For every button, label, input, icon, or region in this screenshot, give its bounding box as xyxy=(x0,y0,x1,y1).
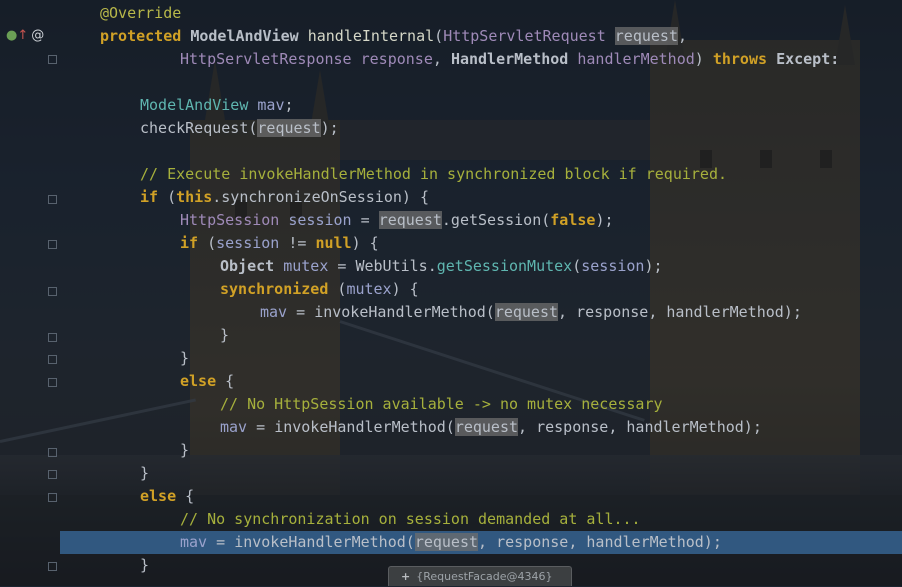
type-name: HandlerMethod xyxy=(450,50,569,68)
code-line[interactable]: // No synchronization on session demande… xyxy=(180,508,641,531)
keyword: else xyxy=(180,372,217,390)
code-line[interactable]: else { xyxy=(180,370,234,393)
parameter-occurrence: request xyxy=(378,211,442,229)
variable: mav xyxy=(257,96,285,114)
variable: mav xyxy=(260,303,288,321)
keyword: synchronized xyxy=(220,280,329,298)
keyword: if xyxy=(140,188,159,206)
parameter-occurrence: request xyxy=(494,303,559,321)
parameter: response xyxy=(360,50,433,68)
code-editor[interactable]: @Override protected ModelAndView handleI… xyxy=(0,0,902,586)
keyword: null xyxy=(315,234,352,252)
variable: session xyxy=(288,211,352,229)
variable: session xyxy=(581,257,645,275)
variable: mav xyxy=(220,418,248,436)
type-name: ModelAndView xyxy=(190,27,299,45)
code-line[interactable]: protected ModelAndView handleInternal(Ht… xyxy=(100,25,687,48)
method-call: invokeHandlerMethod xyxy=(314,303,486,321)
override-annotation: @Override xyxy=(100,4,182,22)
code-line[interactable]: // No HttpSession available -> no mutex … xyxy=(220,393,663,416)
keyword: protected xyxy=(100,27,182,45)
code-line[interactable]: checkRequest(request); xyxy=(140,117,339,140)
code-comment: // Execute invokeHandlerMethod in synchr… xyxy=(140,165,727,183)
code-line[interactable]: mav = invokeHandlerMethod(request, respo… xyxy=(260,301,802,324)
variable: mav xyxy=(180,533,208,551)
method-call: invokeHandlerMethod xyxy=(234,533,406,551)
parameter-occurrence: request xyxy=(414,533,479,551)
code-line[interactable]: if (session != null) { xyxy=(180,232,379,255)
parameter: handlerMethod xyxy=(577,50,695,68)
code-line[interactable]: } xyxy=(140,554,149,577)
type-name: ModelAndView xyxy=(140,96,249,114)
variable: session xyxy=(216,234,280,252)
code-line[interactable]: } xyxy=(180,347,189,370)
code-line[interactable]: else { xyxy=(140,485,194,508)
current-code-line[interactable]: mav = invokeHandlerMethod(request, respo… xyxy=(180,531,722,554)
expand-icon[interactable]: + xyxy=(401,570,410,583)
type-name: HttpServletRequest xyxy=(443,27,606,45)
code-comment: // No synchronization on session demande… xyxy=(180,510,641,528)
method-call: getSessionMutex xyxy=(436,257,573,275)
code-comment: // No HttpSession available -> no mutex … xyxy=(220,395,663,413)
code-line[interactable]: HttpSession session = request.getSession… xyxy=(180,209,614,232)
parameter-occurrence: request xyxy=(454,418,519,436)
class-name: WebUtils xyxy=(355,257,428,275)
method-call: checkRequest xyxy=(140,119,249,137)
parameter-occurrence: request xyxy=(614,27,678,45)
code-line[interactable]: } xyxy=(220,324,229,347)
type-name: Except: xyxy=(776,50,840,68)
arguments: , response, handlerMethod); xyxy=(478,533,722,551)
keyword: this xyxy=(176,188,213,206)
variable: mutex xyxy=(283,257,329,275)
keyword: false xyxy=(550,211,596,229)
method-name: handleInternal xyxy=(307,27,435,45)
keyword: else xyxy=(140,487,177,505)
code-line[interactable]: Object mutex = WebUtils.getSessionMutex(… xyxy=(220,255,663,278)
code-line[interactable]: mav = invokeHandlerMethod(request, respo… xyxy=(220,416,762,439)
keyword: throws xyxy=(712,50,768,68)
arguments: , response, handlerMethod); xyxy=(558,303,802,321)
debug-value-tooltip[interactable]: + {RequestFacade@4346} xyxy=(388,566,572,586)
type-name: HttpServletResponse xyxy=(180,50,352,68)
code-line[interactable]: ModelAndView mav; xyxy=(140,94,294,117)
type-name: HttpSession xyxy=(180,211,280,229)
tooltip-value: {RequestFacade@4346} xyxy=(416,570,553,583)
code-line[interactable]: // Execute invokeHandlerMethod in synchr… xyxy=(140,163,727,186)
method-call: invokeHandlerMethod xyxy=(274,418,446,436)
variable: mutex xyxy=(346,280,392,298)
parameter-occurrence: request xyxy=(257,119,321,137)
code-line[interactable]: @Override xyxy=(100,2,181,25)
keyword: if xyxy=(180,234,199,252)
code-line[interactable]: HttpServletResponse response, HandlerMet… xyxy=(180,48,839,71)
arguments: , response, handlerMethod); xyxy=(518,418,762,436)
code-line[interactable]: synchronized (mutex) { xyxy=(220,278,419,301)
method-call: .getSession( xyxy=(441,211,551,229)
code-line[interactable]: } xyxy=(180,439,189,462)
field-name: synchronizeOnSession xyxy=(221,188,402,206)
type-name: Object xyxy=(220,257,275,275)
code-line[interactable]: if (this.synchronizeOnSession) { xyxy=(140,186,429,209)
code-line[interactable]: } xyxy=(140,462,149,485)
